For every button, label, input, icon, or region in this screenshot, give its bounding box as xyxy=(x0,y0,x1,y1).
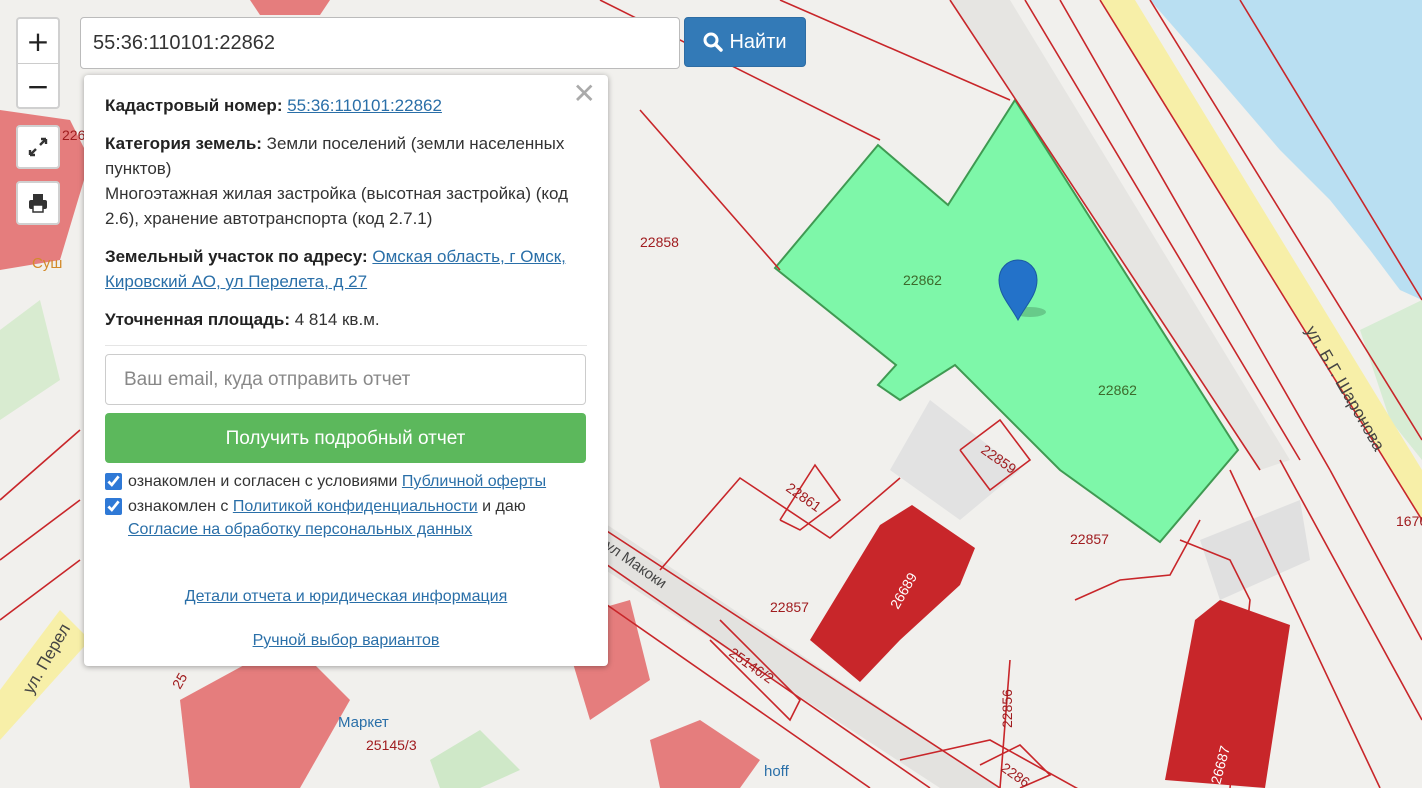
find-button[interactable]: Найти xyxy=(684,17,806,67)
expand-icon xyxy=(28,137,48,157)
label-22862-b: 22862 xyxy=(1098,382,1137,398)
consent-privacy-checkbox[interactable] xyxy=(105,498,122,515)
label-22857-a: 22857 xyxy=(1070,531,1109,547)
label-22858: 22858 xyxy=(640,234,679,250)
address-row: Земельный участок по адресу: Омская обла… xyxy=(105,244,587,294)
printer-icon xyxy=(29,194,47,213)
cadastral-number-label: Кадастровый номер: xyxy=(105,96,283,115)
area-value: 4 814 кв.м. xyxy=(294,310,380,329)
land-category-label: Категория земель: xyxy=(105,134,262,153)
label-25145-3: 25145/3 xyxy=(366,737,417,753)
label-22857-b: 22857 xyxy=(770,599,809,615)
zoom-control: + − xyxy=(16,17,60,109)
consent-privacy: ознакомлен с Политикой конфиденциальност… xyxy=(105,495,587,541)
search-icon xyxy=(703,32,724,52)
divider xyxy=(105,345,587,346)
public-offer-link[interactable]: Публичной оферты xyxy=(402,473,546,490)
consent-privacy-text: ознакомлен с Политикой конфиденциальност… xyxy=(128,495,526,541)
fullscreen-button[interactable] xyxy=(16,125,60,169)
label-edge-1676: 1676 xyxy=(1396,513,1422,529)
label-poi-hoff: hoff xyxy=(764,763,790,780)
report-details-link[interactable]: Детали отчета и юридическая информация xyxy=(185,588,508,605)
consent-offer: ознакомлен и согласен с условиями Публич… xyxy=(105,470,587,493)
label-poi-market: Маркет xyxy=(338,714,389,731)
consent-privacy-label: ознакомлен с xyxy=(128,498,229,515)
privacy-policy-link[interactable]: Политикой конфиденциальности xyxy=(233,498,478,515)
email-field[interactable] xyxy=(105,354,586,405)
close-icon[interactable]: ✕ xyxy=(573,80,596,108)
consent-offer-label: ознакомлен и согласен с условиями xyxy=(128,473,398,490)
manual-row: Ручной выбор вариантов xyxy=(105,628,587,653)
area-row: Уточненная площадь: 4 814 кв.м. xyxy=(105,307,587,332)
personal-data-consent-link[interactable]: Согласие на обработку персональных данны… xyxy=(128,521,472,538)
cadastral-number-link[interactable]: 55:36:110101:22862 xyxy=(287,96,442,115)
cadastral-search-input[interactable] xyxy=(80,17,680,69)
get-report-button[interactable]: Получить подробный отчет xyxy=(105,413,586,463)
zoom-in-button[interactable]: + xyxy=(18,19,58,63)
print-button[interactable] xyxy=(16,181,60,225)
land-category-row: Категория земель: Земли поселений (земли… xyxy=(105,131,587,231)
label-22856: 22856 xyxy=(999,689,1015,728)
details-row: Детали отчета и юридическая информация xyxy=(105,584,587,609)
zoom-out-button[interactable]: − xyxy=(18,63,58,108)
parcel-info-popup: ✕ Кадастровый номер: 55:36:110101:22862 … xyxy=(84,75,608,666)
label-edge-sush: Суш xyxy=(32,255,62,272)
cadastral-number-row: Кадастровый номер: 55:36:110101:22862 xyxy=(105,93,587,118)
address-label: Земельный участок по адресу: xyxy=(105,247,368,266)
find-button-label: Найти xyxy=(729,30,787,53)
consent-privacy-mid: и даю xyxy=(482,498,526,515)
consent-offer-checkbox[interactable] xyxy=(105,473,122,490)
land-use-value: Многоэтажная жилая застройка (высотная з… xyxy=(105,184,569,228)
consent-offer-text: ознакомлен и согласен с условиями Публич… xyxy=(128,470,546,493)
area-label: Уточненная площадь: xyxy=(105,310,290,329)
label-22862-a: 22862 xyxy=(903,272,942,288)
manual-selection-link[interactable]: Ручной выбор вариантов xyxy=(253,632,440,649)
